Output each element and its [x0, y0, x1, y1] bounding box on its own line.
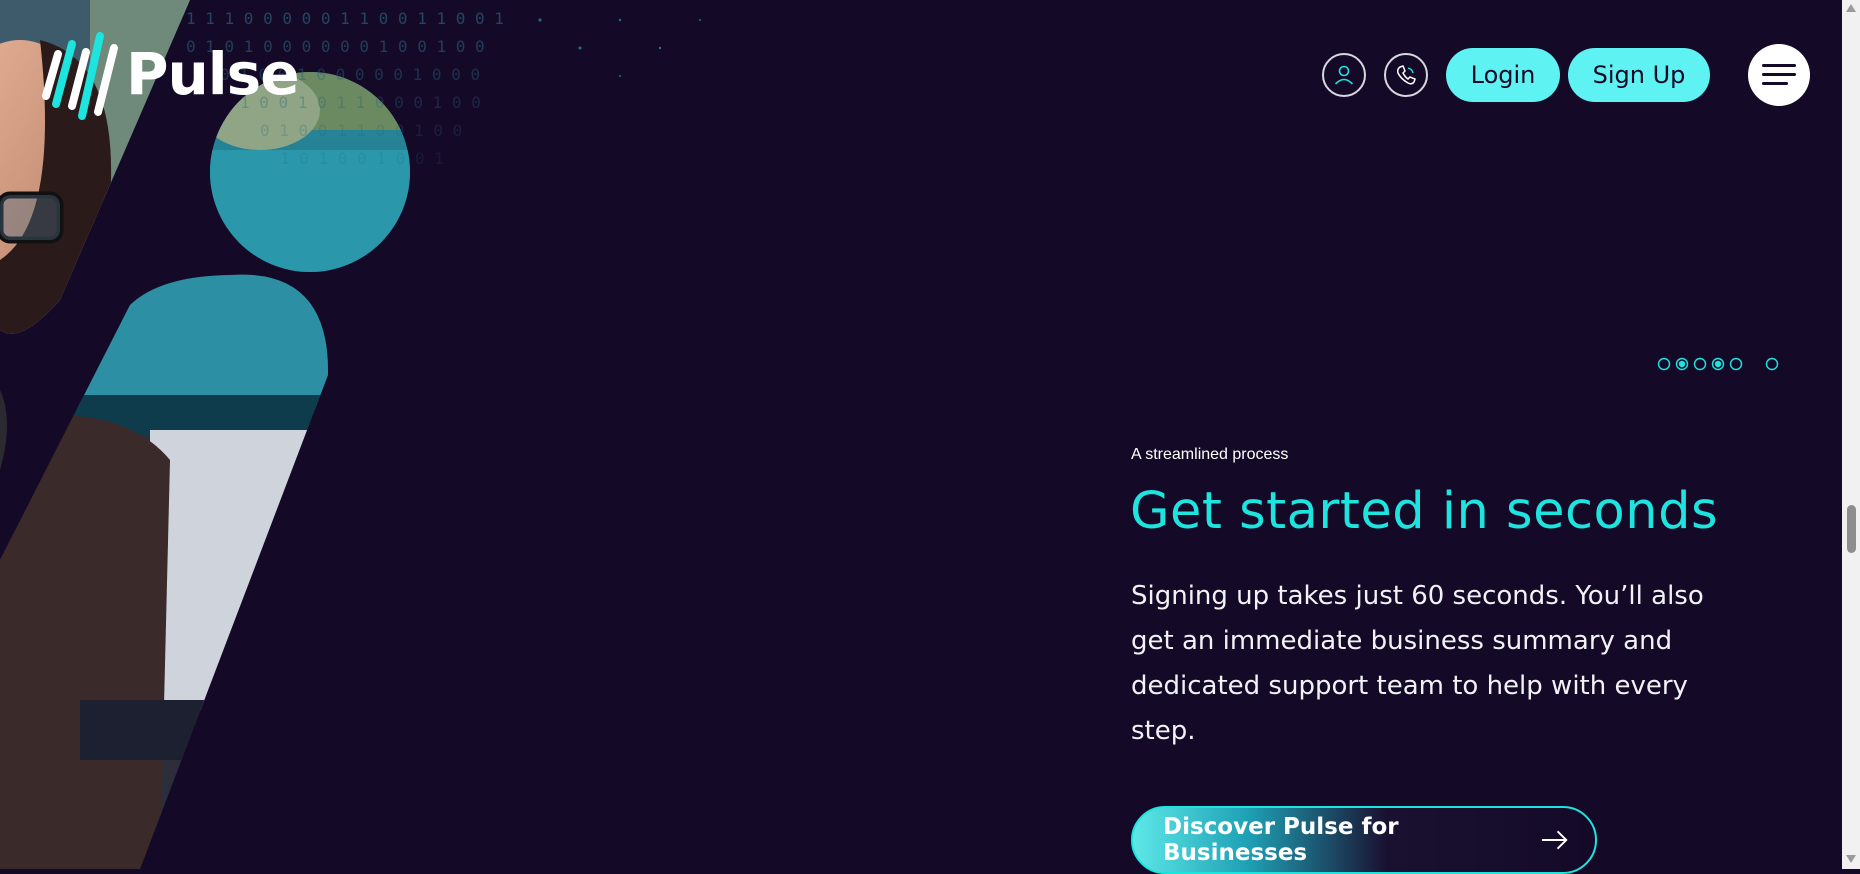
cta-label: Discover Pulse for Businesses	[1163, 814, 1399, 866]
scroll-up-arrow-icon[interactable]	[1846, 4, 1856, 12]
scroll-down-arrow-icon[interactable]	[1846, 855, 1856, 863]
account-button[interactable]	[1322, 53, 1366, 97]
page-scrollbar[interactable]	[1842, 0, 1860, 869]
signup-button[interactable]: Sign Up	[1568, 48, 1710, 102]
slider-dot-active-fill	[1714, 360, 1722, 368]
user-icon	[1334, 65, 1354, 85]
header-actions: Login Sign Up	[1322, 44, 1810, 106]
hero-eyebrow: A streamlined process	[1131, 446, 1289, 463]
hamburger-menu-icon	[1762, 64, 1796, 85]
svg-text:0 1 0 0 1 1 0 0 1 0 0: 0 1 0 0 1 1 0 0 1 0 0	[260, 121, 462, 140]
scroll-thumb[interactable]	[1847, 505, 1856, 553]
photo-edge-fragment	[0, 390, 7, 470]
hero-body-text: Signing up takes just 60 seconds. You’ll…	[1131, 581, 1704, 746]
phone-icon	[1397, 65, 1416, 85]
brand-logo[interactable]: Pulse	[40, 26, 300, 122]
login-button[interactable]: Login	[1446, 48, 1560, 102]
slider-dot[interactable]	[1729, 357, 1743, 371]
discover-businesses-button[interactable]: Discover Pulse for Businesses	[1131, 806, 1597, 874]
slider-dot-active-fill	[1678, 360, 1686, 368]
arrow-right-icon	[1541, 830, 1568, 850]
slider-pagination	[1657, 357, 1779, 371]
photo-woman-laptop	[0, 274, 329, 869]
slider-dot[interactable]	[1693, 357, 1707, 371]
contact-phone-button[interactable]	[1384, 53, 1428, 97]
svg-text:1 0 1 0 0 1 0 0 1: 1 0 1 0 0 1 0 0 1	[280, 149, 444, 168]
menu-button[interactable]	[1748, 44, 1810, 106]
pulse-bars-icon	[42, 32, 118, 120]
slider-dot[interactable]	[1765, 357, 1779, 371]
slider-dot[interactable]	[1657, 357, 1671, 371]
hero-headline: Get started in seconds	[1130, 482, 1719, 541]
brand-name: Pulse	[126, 40, 300, 108]
